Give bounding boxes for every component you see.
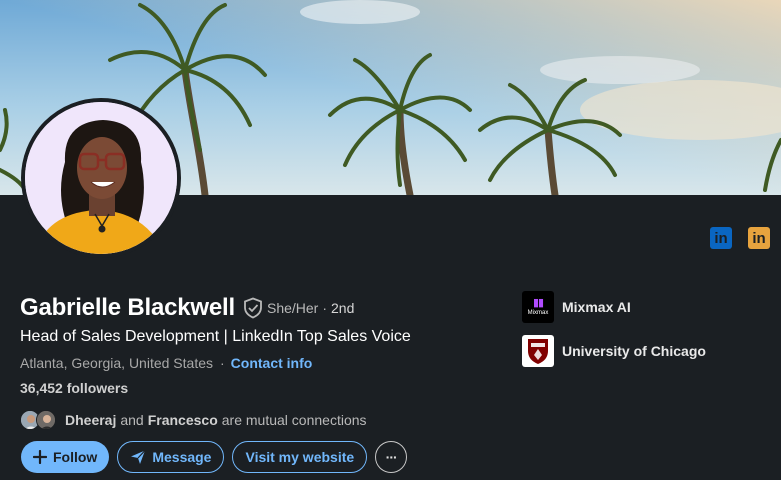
visit-website-button[interactable]: Visit my website [232, 441, 368, 473]
follow-label: Follow [53, 449, 98, 465]
connection-degree: 2nd [331, 300, 355, 316]
linkedin-premium-icon[interactable]: in [748, 227, 770, 249]
side-item-company[interactable]: ▮▮ Mixmax Mixmax AI [522, 291, 706, 323]
mutual-connector: and [120, 412, 144, 428]
separator-dot: · [220, 355, 225, 371]
mutual-name-1: Dheeraj [65, 412, 117, 428]
profile-actions: Follow Message Visit my website ··· [21, 441, 408, 473]
mutual-name-2: Francesco [147, 412, 218, 428]
company-name: Mixmax AI [562, 299, 631, 315]
message-button[interactable]: Message [117, 441, 225, 473]
separator-dot: · [322, 300, 328, 316]
mutual-avatars [20, 409, 60, 431]
message-label: Message [152, 449, 212, 465]
contact-info-link[interactable]: Contact info [231, 355, 313, 371]
mutual-suffix: are mutual connections [221, 412, 367, 428]
followers-count[interactable]: 36,452 followers [20, 380, 490, 400]
verified-shield-icon[interactable] [243, 297, 263, 319]
plus-icon [33, 450, 47, 464]
linkedin-icon[interactable]: in [710, 227, 732, 249]
location-row: Atlanta, Georgia, United States · Contac… [20, 353, 490, 373]
uchicago-shield-icon [522, 335, 554, 367]
school-name: University of Chicago [562, 343, 706, 359]
pronouns: She/Her [266, 300, 319, 316]
more-options-button[interactable]: ··· [375, 441, 408, 473]
mixmax-logo-text: Mixmax [527, 309, 549, 316]
mutual-connections[interactable]: Dheeraj and Francesco are mutual connect… [20, 409, 490, 431]
avatar-image [25, 102, 177, 254]
name-row: Gabrielle Blackwell She/Her · 2nd [20, 294, 490, 322]
follow-button[interactable]: Follow [21, 441, 110, 473]
side-item-school[interactable]: University of Chicago [522, 335, 706, 367]
profile-photo[interactable] [21, 98, 181, 258]
send-icon [130, 449, 146, 465]
mutual-avatar-francesco [36, 410, 56, 430]
website-label: Visit my website [245, 449, 355, 465]
mixmax-logo-icon: ▮▮ Mixmax [522, 291, 554, 323]
profile-name: Gabrielle Blackwell [20, 294, 235, 321]
profile-headline: Head of Sales Development | LinkedIn Top… [20, 328, 411, 345]
social-links: in in [710, 227, 770, 249]
profile-info: Gabrielle Blackwell She/Her · 2nd Head o… [20, 294, 490, 431]
location-text: Atlanta, Georgia, United States [20, 355, 213, 371]
more-icon: ··· [385, 449, 398, 465]
experience-education-list: ▮▮ Mixmax Mixmax AI University of Chicag… [522, 291, 706, 379]
